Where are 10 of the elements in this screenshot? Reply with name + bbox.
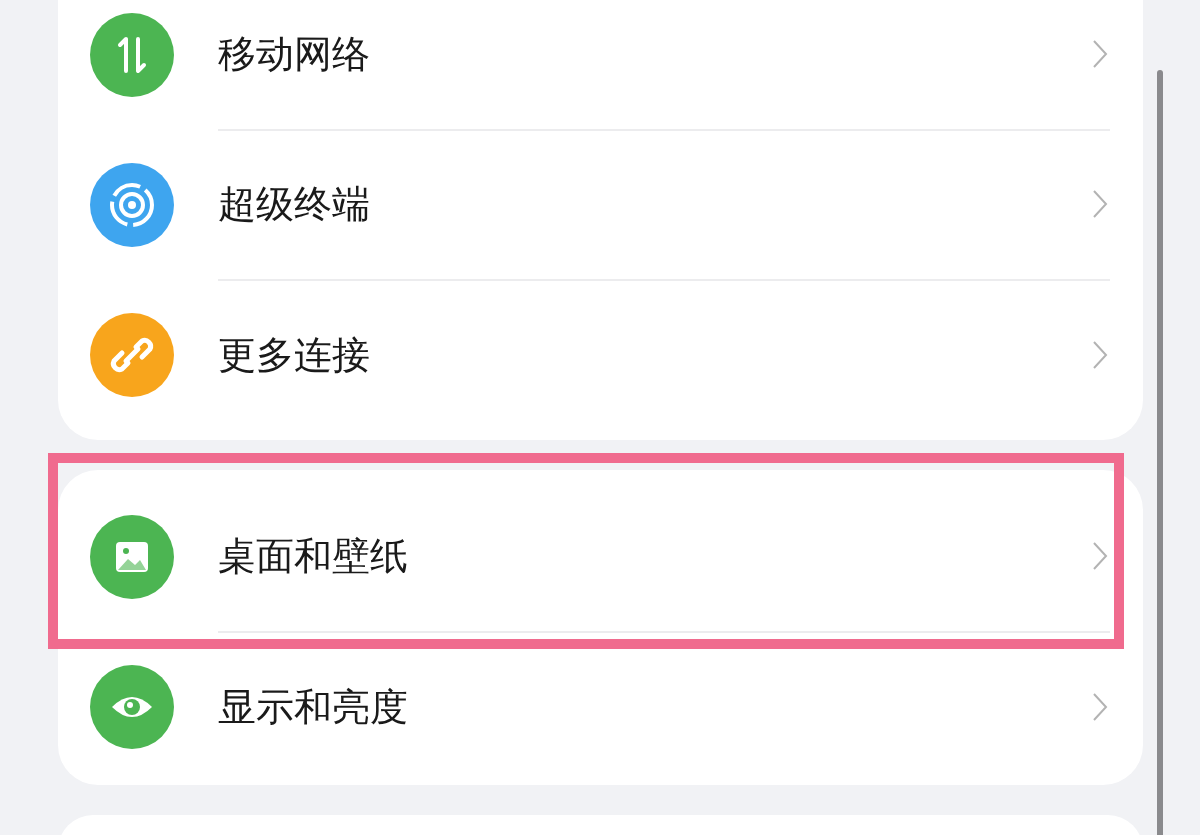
chevron-icon (1092, 39, 1108, 69)
setting-label[interactable]: 更多连接 (218, 329, 370, 381)
setting-label[interactable]: 显示和亮度 (218, 681, 408, 733)
chevron-icon (1092, 189, 1108, 219)
chevron-icon (1092, 340, 1108, 370)
chevron-icon (1092, 541, 1108, 571)
chevron-icon (1092, 692, 1108, 722)
setting-label[interactable]: 移动网络 (218, 28, 370, 80)
setting-label[interactable]: 桌面和壁纸 (218, 530, 408, 582)
setting-label[interactable]: 超级终端 (218, 178, 370, 230)
